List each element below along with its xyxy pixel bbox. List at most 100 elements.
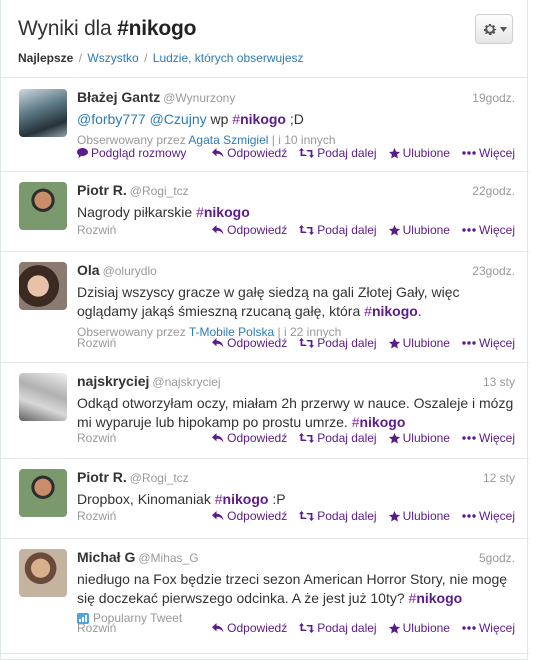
favorite-button[interactable]: Ulubione	[388, 621, 450, 635]
search-results-panel: Wyniki dla #nikogo Najlepsze / Wszystko …	[0, 0, 529, 660]
page-title: Wyniki dla #nikogo	[18, 17, 197, 40]
avatar[interactable]	[19, 549, 67, 597]
follower-link[interactable]: Agata Szmigiel	[188, 133, 268, 147]
avatar[interactable]	[19, 373, 67, 421]
star-icon	[388, 224, 400, 235]
tweet-actions: Rozwiń Odpowiedź Podaj dalej Ulubione Więcej	[77, 509, 515, 525]
reply-button[interactable]: Odpowiedź	[212, 621, 287, 635]
filter-people-you-follow[interactable]: Ludzie, których obserwujesz	[153, 51, 304, 65]
author-name[interactable]: Błażej Gantz	[77, 89, 160, 105]
tweet-action-buttons: Odpowiedź Podaj dalej Ulubione Więcej	[212, 621, 515, 635]
retweet-icon	[299, 433, 315, 443]
expand-link[interactable]: Rozwiń	[77, 223, 116, 237]
reply-button[interactable]: Odpowiedź	[212, 431, 287, 445]
favorite-button[interactable]: Ulubione	[388, 336, 450, 350]
tweet-actions: Rozwiń Odpowiedź Podaj dalej Ulubione Więcej	[77, 336, 515, 352]
retweet-button[interactable]: Podaj dalej	[299, 621, 377, 635]
author-name[interactable]: Piotr R.	[77, 182, 127, 198]
tweet-timestamp[interactable]: 12 sty	[483, 471, 515, 485]
favorite-button[interactable]: Ulubione	[388, 146, 450, 160]
followed-by-context: Obserwowany przez Agata Szmigiel | i 10 …	[77, 133, 336, 147]
mention-link[interactable]: @Czujny	[150, 111, 207, 127]
tweet-content: Piotr R. @Rogi_tcz 12 sty Dropbox, Kinomani…	[77, 469, 515, 509]
tweet-text: Dzisiaj wszyscy gracze w gałę siedzą na …	[77, 284, 460, 319]
tweet-action-buttons: Odpowiedź Podaj dalej Ulubione Więcej	[212, 146, 515, 160]
tweet-timestamp[interactable]: 5godz.	[479, 551, 515, 565]
filter-all[interactable]: Wszystko	[87, 51, 138, 65]
avatar[interactable]	[19, 182, 67, 230]
author-username[interactable]: @Mihas_G	[138, 551, 198, 565]
conversation-icon	[77, 148, 88, 158]
retweet-button[interactable]: Podaj dalej	[299, 336, 377, 350]
retweet-icon	[299, 338, 315, 348]
more-button[interactable]: Więcej	[462, 509, 515, 523]
tweet-text: niedługo na Fox będzie trzeci sezon Amer…	[77, 571, 508, 606]
tweet-item: Błażej Gantz @Wynurzony 19godz. @forby777 @…	[1, 79, 529, 172]
more-dots-icon	[462, 151, 476, 155]
results-header: Wyniki dla #nikogo Najlepsze / Wszystko …	[1, 0, 527, 78]
author-username[interactable]: @najskryciej	[152, 375, 220, 389]
tweet-timestamp[interactable]: 19godz.	[472, 91, 515, 105]
expand-link[interactable]: Rozwiń	[77, 336, 116, 350]
tweet-content: Michał G @Mihas_G 5godz. niedługo na Fox bę…	[77, 549, 515, 625]
tweet-actions: Rozwiń Odpowiedź Podaj dalej Ulubione Więcej	[77, 621, 515, 637]
retweet-icon	[299, 225, 315, 235]
tweet-actions: Rozwiń Odpowiedź Podaj dalej Ulubione Więcej	[77, 431, 515, 447]
tweet-header: Michał G @Mihas_G 5godz.	[77, 549, 515, 567]
tweet-actions: Podgląd rozmowy Odpowiedź Podaj dalej Ulubi…	[77, 146, 515, 162]
retweet-button[interactable]: Podaj dalej	[299, 223, 377, 237]
avatar[interactable]	[19, 89, 67, 137]
reply-button[interactable]: Odpowiedź	[212, 223, 287, 237]
retweet-icon	[299, 623, 315, 633]
expand-link[interactable]: Rozwiń	[77, 431, 116, 445]
more-button[interactable]: Więcej	[462, 621, 515, 635]
author-name[interactable]: Piotr R.	[77, 469, 127, 485]
hashtag-link[interactable]: #nikogo	[232, 111, 286, 127]
tweet-timestamp[interactable]: 23godz.	[472, 264, 515, 278]
author-username[interactable]: @Rogi_tcz	[130, 184, 189, 198]
retweet-button[interactable]: Podaj dalej	[299, 431, 377, 445]
tweet-header: Piotr R. @Rogi_tcz 12 sty	[77, 469, 515, 487]
star-icon	[388, 510, 400, 521]
author-name[interactable]: najskryciej	[77, 373, 149, 389]
more-button[interactable]: Więcej	[462, 431, 515, 445]
reply-icon	[212, 225, 224, 235]
favorite-button[interactable]: Ulubione	[388, 223, 450, 237]
author-name[interactable]: Michał G	[77, 549, 135, 565]
author-username[interactable]: @Wynurzony	[163, 91, 235, 105]
more-button[interactable]: Więcej	[462, 223, 515, 237]
favorite-button[interactable]: Ulubione	[388, 509, 450, 523]
reply-button[interactable]: Odpowiedź	[212, 509, 287, 523]
settings-button[interactable]	[475, 14, 513, 44]
hashtag-link[interactable]: #nikogo	[409, 590, 463, 606]
hashtag-link[interactable]: #nikogo	[352, 414, 406, 430]
expand-link[interactable]: Rozwiń	[77, 509, 116, 523]
hashtag-link[interactable]: #nikogo	[364, 303, 418, 319]
reply-button[interactable]: Odpowiedź	[212, 146, 287, 160]
more-button[interactable]: Więcej	[462, 146, 515, 160]
reply-icon	[212, 338, 224, 348]
hashtag-link[interactable]: #nikogo	[196, 204, 250, 220]
tweet-text: Dropbox, Kinomaniak #nikogo :P	[77, 491, 286, 507]
tweet-header: Piotr R. @Rogi_tcz 22godz.	[77, 182, 515, 200]
hashtag-link[interactable]: #nikogo	[215, 491, 269, 507]
author-username[interactable]: @Rogi_tcz	[130, 471, 189, 485]
retweet-button[interactable]: Podaj dalej	[299, 146, 377, 160]
author-name[interactable]: Ola	[77, 262, 100, 278]
reply-button[interactable]: Odpowiedź	[212, 336, 287, 350]
tweet-header: Błażej Gantz @Wynurzony 19godz.	[77, 89, 515, 107]
tweet-timestamp[interactable]: 22godz.	[472, 184, 515, 198]
avatar[interactable]	[19, 469, 67, 517]
retweet-button[interactable]: Podaj dalej	[299, 509, 377, 523]
author-username[interactable]: @olurydlo	[103, 264, 157, 278]
view-conversation-link[interactable]: Podgląd rozmowy	[77, 146, 186, 160]
more-dots-icon	[462, 228, 476, 232]
mention-link[interactable]: @forby777	[77, 111, 146, 127]
expand-link[interactable]: Rozwiń	[77, 621, 116, 635]
more-dots-icon	[462, 514, 476, 518]
tweet-timestamp[interactable]: 13 sty	[483, 375, 515, 389]
favorite-button[interactable]: Ulubione	[388, 431, 450, 445]
filter-top[interactable]: Najlepsze	[18, 51, 73, 65]
more-button[interactable]: Więcej	[462, 336, 515, 350]
avatar[interactable]	[19, 262, 67, 310]
